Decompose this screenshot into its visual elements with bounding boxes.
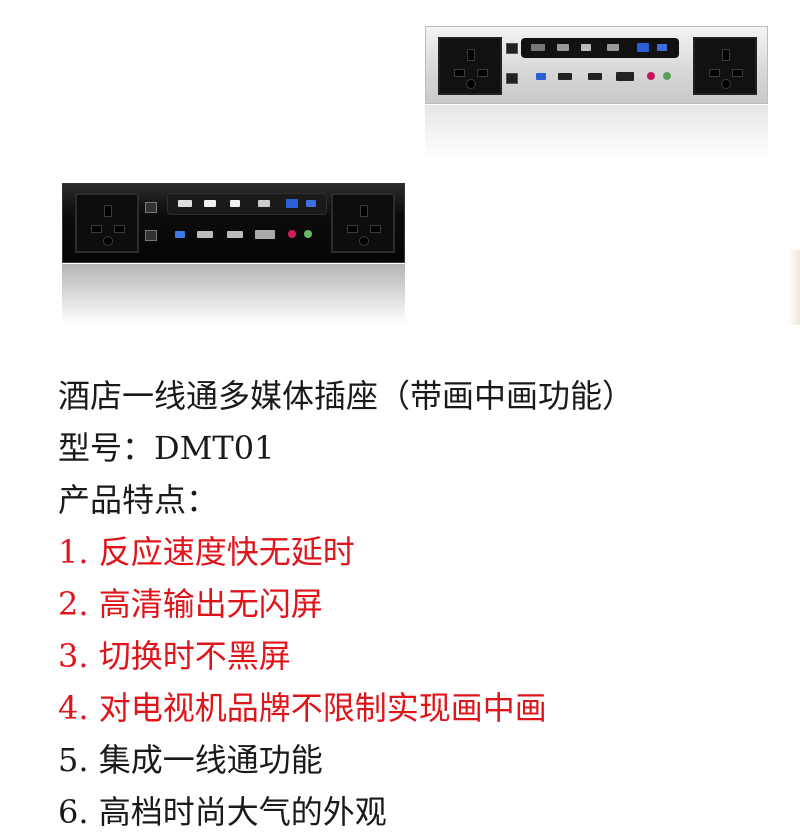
hdmi-icon <box>557 44 569 51</box>
vga-port-icon <box>616 72 634 81</box>
feature-item-4: 4. 对电视机品牌不限制实现画中画 <box>58 689 547 727</box>
hdmi-port-icon <box>197 231 213 238</box>
edge-glow <box>788 250 800 325</box>
bluetooth-icon <box>306 200 316 207</box>
product-title: 酒店一线通多媒体插座（带画中画功能） <box>58 377 635 415</box>
usb-port-icon <box>536 73 546 80</box>
feature-item-6: 6. 高档时尚大气的外观 <box>58 793 387 831</box>
network-port-icon <box>506 43 518 54</box>
audio-in-port-icon <box>647 72 655 80</box>
blue-mode-icon <box>286 199 298 208</box>
product-photo-black-panel <box>62 183 405 263</box>
hdmi-icon <box>204 200 216 207</box>
play-icon <box>230 200 240 207</box>
network-port-icon <box>145 202 157 213</box>
audio-in-port-icon <box>288 230 296 238</box>
play-icon <box>581 44 591 51</box>
phone-port-icon <box>506 73 518 84</box>
features-heading: 产品特点： <box>58 481 219 519</box>
screen-icon <box>258 200 270 207</box>
audio-out-port-icon <box>663 72 671 80</box>
power-socket-left <box>75 193 139 253</box>
feature-item-3: 3. 切换时不黑屏 <box>58 637 291 675</box>
feature-item-1: 1. 反应速度快无延时 <box>58 533 355 571</box>
usb-port-icon <box>175 231 185 238</box>
vga-port-icon <box>255 230 275 239</box>
dp-port-icon <box>227 231 243 238</box>
hdmi-port-icon <box>558 73 572 80</box>
model-number: 型号：DMT01 <box>58 429 275 467</box>
feature-item-2: 2. 高清输出无闪屏 <box>58 585 323 623</box>
power-socket-right <box>693 37 757 95</box>
usb-icon <box>178 200 192 207</box>
bluetooth-icon <box>657 44 667 51</box>
device-icon-strip <box>167 193 327 215</box>
audio-out-port-icon <box>304 230 312 238</box>
black-panel-reflection <box>62 264 405 324</box>
silver-panel-reflection <box>425 105 768 160</box>
phone-port-icon <box>145 230 157 241</box>
device-icon-strip <box>521 38 679 58</box>
blue-mode-icon <box>637 43 649 52</box>
usb-icon <box>531 44 545 51</box>
power-socket-left <box>438 37 502 95</box>
screen-icon <box>607 44 619 51</box>
feature-item-5: 5. 集成一线通功能 <box>58 741 323 779</box>
power-socket-right <box>331 193 395 253</box>
dp-port-icon <box>588 73 602 80</box>
product-description: 酒店一线通多媒体插座（带画中画功能） 型号：DMT01 产品特点： 1. 反应速… <box>58 370 778 838</box>
product-photo-silver-panel <box>425 26 768 104</box>
